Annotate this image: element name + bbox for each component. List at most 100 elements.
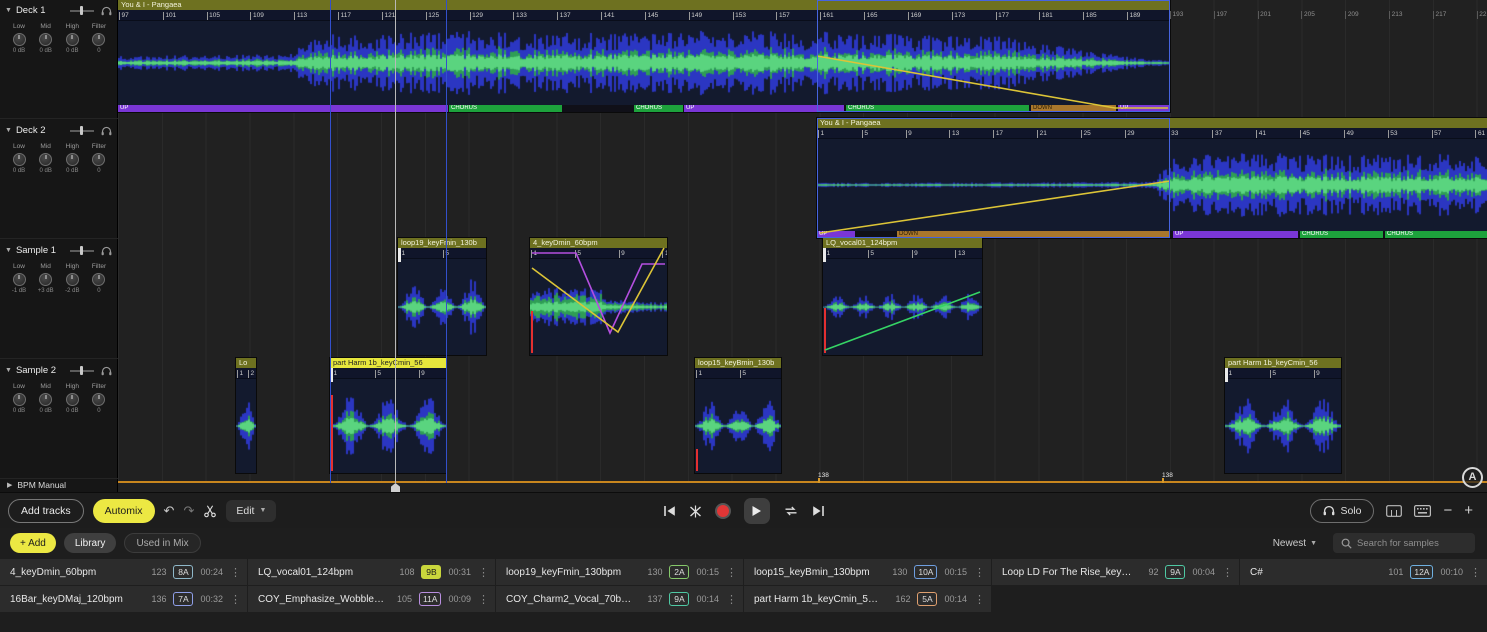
sample-cell[interactable]: 16Bar_keyDMaj_120bpm1367A00:32⋮ — [0, 586, 247, 612]
sample-cell[interactable]: 4_keyDmin_60bpm1238A00:24⋮ — [0, 559, 247, 585]
playhead[interactable] — [395, 0, 396, 483]
mid-knob[interactable] — [39, 33, 52, 46]
loop-button[interactable] — [783, 505, 799, 517]
mid-knob[interactable] — [39, 393, 52, 406]
high-knob[interactable] — [66, 33, 79, 46]
slider-thumb[interactable] — [80, 366, 83, 375]
volume-slider[interactable] — [70, 6, 94, 15]
chevron-down-icon[interactable]: ▼ — [5, 127, 12, 134]
more-menu-icon[interactable]: ⋮ — [726, 593, 737, 606]
chevron-down-icon[interactable]: ▼ — [5, 367, 12, 374]
filter-knob[interactable] — [92, 273, 105, 286]
clip-sample1-4keydmin[interactable]: 4_keyDmin_60bpm15913 — [530, 238, 667, 355]
redo-icon[interactable]: ↷ — [183, 503, 194, 519]
sort-dropdown[interactable]: Newest ▼ — [1273, 538, 1317, 549]
low-knob[interactable] — [13, 153, 26, 166]
add-sample-button[interactable]: + Add — [10, 533, 56, 553]
skip-to-end-button[interactable] — [812, 505, 825, 517]
low-knob[interactable] — [13, 33, 26, 46]
piano-icon[interactable] — [1386, 505, 1402, 517]
sample-cell[interactable]: COY_Charm2_Vocal_70bpm_Bm1379A00:14⋮ — [496, 586, 743, 612]
more-menu-icon[interactable]: ⋮ — [478, 566, 489, 579]
clip-sample2-partharm-b[interactable]: part Harm 1b_keyCmin_56159 — [1225, 358, 1341, 473]
record-button[interactable] — [717, 505, 729, 517]
volume-slider[interactable] — [70, 126, 94, 135]
chevron-down-icon[interactable]: ▼ — [5, 247, 12, 254]
bpm-mode-row[interactable]: ▶ BPM Manual — [0, 478, 118, 492]
clip-sample1-lqvocal[interactable]: LQ_vocal01_124bpm15913 — [823, 238, 982, 355]
high-knob[interactable] — [66, 393, 79, 406]
fade-marker[interactable] — [331, 395, 333, 471]
headphones-icon[interactable] — [101, 366, 112, 376]
sample-cell[interactable]: part Harm 1b_keyCmin_56bpm1625A00:14⋮ — [744, 586, 991, 612]
mid-knob[interactable] — [39, 273, 52, 286]
slider-thumb[interactable] — [80, 126, 83, 135]
low-knob[interactable] — [13, 393, 26, 406]
more-menu-icon[interactable]: ⋮ — [230, 566, 241, 579]
more-menu-icon[interactable]: ⋮ — [1222, 566, 1233, 579]
sample-cell[interactable]: COY_Emphasize_Wobble_Vocal_105b...10511A… — [248, 586, 495, 612]
more-menu-icon[interactable]: ⋮ — [230, 593, 241, 606]
headphones-icon[interactable] — [101, 126, 112, 136]
sample-cell[interactable]: LQ_vocal01_124bpm1089B00:31⋮ — [248, 559, 495, 585]
clip-sample2-loop15[interactable]: loop15_keyBmin_130b15 — [695, 358, 781, 473]
section-header: ▼Deck 1 — [0, 0, 118, 16]
clip-sample2-partharm-a[interactable]: part Harm 1b_keyCmin_56159 — [330, 358, 446, 473]
more-menu-icon[interactable]: ⋮ — [726, 566, 737, 579]
slider-thumb[interactable] — [80, 246, 83, 255]
slider-thumb[interactable] — [80, 6, 83, 15]
add-tracks-button[interactable]: Add tracks — [8, 499, 84, 523]
mid-knob[interactable] — [39, 153, 52, 166]
sample-grid: 4_keyDmin_60bpm1238A00:24⋮LQ_vocal01_124… — [0, 559, 1487, 613]
sample-cell[interactable]: loop19_keyFmin_130bpm1302A00:15⋮ — [496, 559, 743, 585]
high-knob[interactable] — [66, 273, 79, 286]
tab-library[interactable]: Library — [64, 533, 117, 553]
bar-number: 9 — [619, 250, 625, 258]
bar-number: 101 — [163, 12, 176, 20]
clip-sample2-lo[interactable]: Lo12 — [236, 358, 256, 473]
keyboard-icon[interactable] — [1414, 505, 1431, 517]
volume-slider[interactable] — [70, 246, 94, 255]
clip-title: You & I - Pangaea — [817, 118, 1487, 128]
fade-marker[interactable] — [696, 449, 698, 471]
tab-used-in-mix[interactable]: Used in Mix — [124, 533, 200, 553]
clip-sample1-loop19[interactable]: loop19_keyFmin_130b15 — [398, 238, 486, 355]
play-button[interactable] — [744, 498, 770, 524]
zoom-out-button[interactable]: − — [1443, 503, 1452, 518]
fade-marker[interactable] — [824, 308, 826, 353]
scissors-icon[interactable] — [203, 504, 217, 518]
solo-button[interactable]: Solo — [1310, 499, 1374, 523]
more-menu-icon[interactable]: ⋮ — [478, 593, 489, 606]
filter-knob[interactable] — [92, 393, 105, 406]
timeline[interactable]: A You & I - Pangaea971011051091131171211… — [118, 0, 1487, 492]
waveform — [236, 379, 256, 473]
automix-button[interactable]: Automix — [93, 499, 155, 523]
sample-cell[interactable]: loop15_keyBmin_130bpm13010A00:15⋮ — [744, 559, 991, 585]
zoom-in-button[interactable]: + — [1464, 503, 1473, 518]
edit-menu-button[interactable]: Edit ▼ — [226, 500, 276, 522]
filter-knob[interactable] — [92, 153, 105, 166]
skip-to-start-button[interactable] — [663, 505, 676, 517]
chevron-down-icon[interactable]: ▼ — [5, 7, 12, 14]
filter-knob[interactable] — [92, 33, 105, 46]
key-badge: 9A — [1165, 565, 1185, 579]
more-menu-icon[interactable]: ⋮ — [974, 566, 985, 579]
sample-cell[interactable]: C#10112A00:10⋮ — [1240, 559, 1487, 585]
high-knob[interactable] — [66, 153, 79, 166]
headphones-icon[interactable] — [101, 246, 112, 256]
search-input[interactable] — [1357, 538, 1462, 549]
low-knob[interactable] — [13, 273, 26, 286]
crossfade-button[interactable] — [689, 505, 702, 518]
more-menu-icon[interactable]: ⋮ — [974, 593, 985, 606]
sample-search[interactable] — [1333, 533, 1475, 553]
clip-deck1[interactable]: You & I - Pangaea97101105109113117121125… — [118, 0, 1170, 112]
clip-deck2[interactable]: You & I - Pangaea15913172125293337414549… — [817, 118, 1487, 238]
more-menu-icon[interactable]: ⋮ — [1470, 566, 1481, 579]
sample-cell[interactable]: Loop LD For The Rise_keyBmin_123bp...929… — [992, 559, 1239, 585]
playhead-handle[interactable] — [391, 483, 400, 492]
headphones-icon[interactable] — [101, 6, 112, 16]
volume-slider[interactable] — [70, 366, 94, 375]
tempo-automation-line[interactable] — [118, 481, 1487, 483]
fade-marker[interactable] — [531, 311, 533, 353]
undo-icon[interactable]: ↶ — [164, 503, 175, 519]
